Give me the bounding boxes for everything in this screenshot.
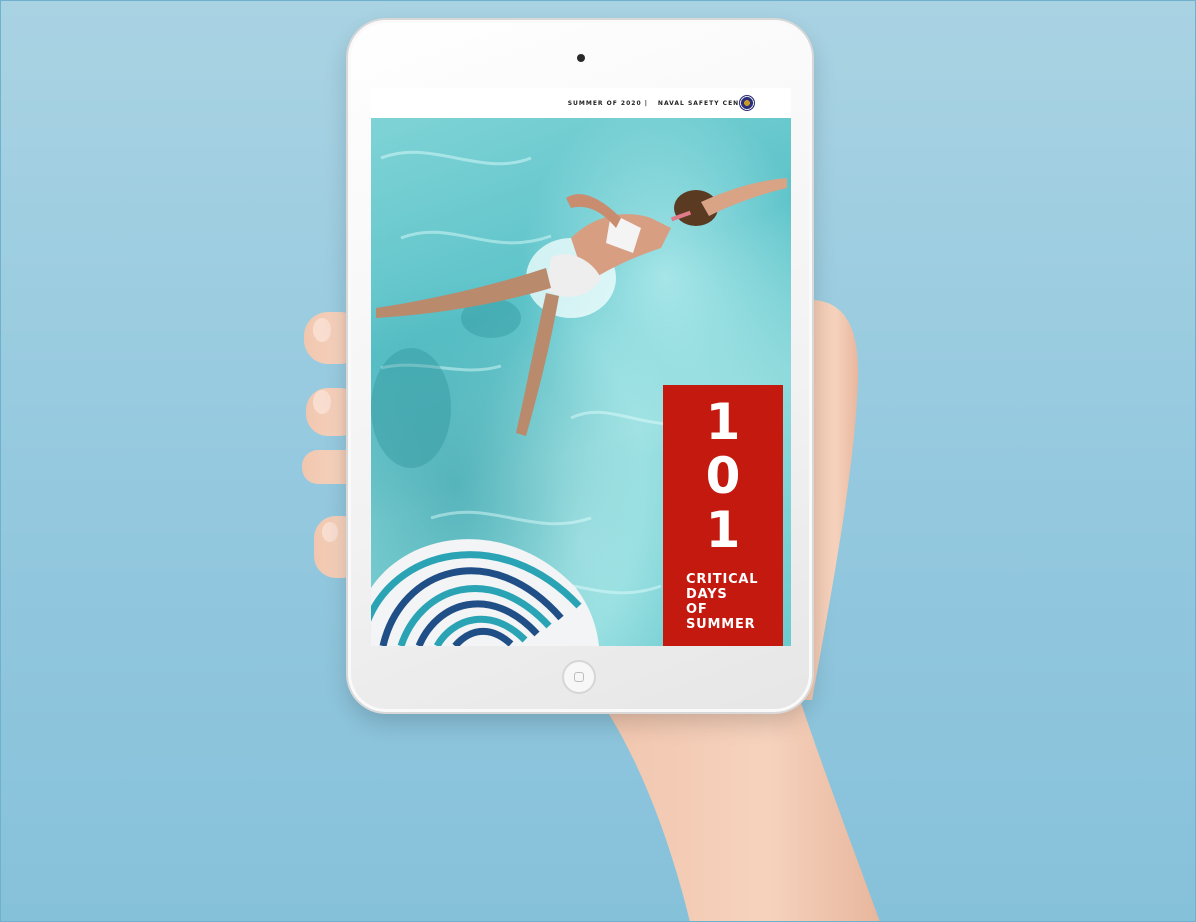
cover-header: SUMMER OF 2020 | NAVAL SAFETY CENTER (371, 88, 791, 118)
header-edition: SUMMER OF 2020 | (567, 99, 648, 107)
home-button[interactable] (562, 660, 596, 694)
front-camera (577, 54, 585, 62)
title-block: 1 0 1 CRITICAL DAYS OF SUMMER (663, 385, 783, 646)
ebook-cover: SUMMER OF 2020 | NAVAL SAFETY CENTER 1 0… (371, 88, 791, 646)
subtitle-line: CRITICAL (686, 572, 759, 587)
cover-subtitle: CRITICAL DAYS OF SUMMER (686, 572, 758, 632)
title-digit: 0 (705, 447, 741, 505)
subtitle-line: OF (686, 602, 708, 617)
title-digit: 1 (705, 393, 741, 451)
naval-safety-center-seal-icon (739, 95, 755, 111)
subtitle-line: DAYS (686, 587, 728, 602)
subtitle-line: SUMMER (686, 617, 756, 632)
title-digit: 1 (705, 501, 741, 559)
